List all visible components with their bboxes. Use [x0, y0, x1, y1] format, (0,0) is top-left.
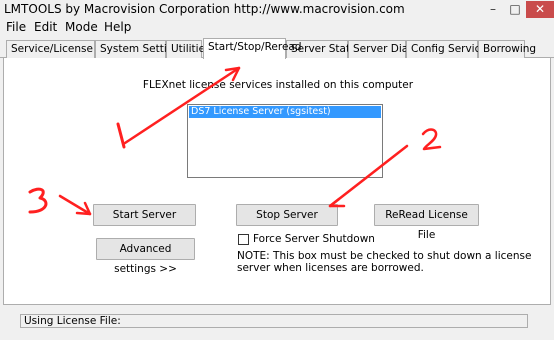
tab-borrowing[interactable]: Borrowing: [478, 40, 536, 58]
services-heading: FLEXnet license services installed on th…: [142, 79, 414, 91]
minimize-icon[interactable]: –: [482, 1, 504, 18]
tab-utilities[interactable]: Utilities: [166, 40, 211, 58]
menu-bar: File Edit Mode Help: [0, 19, 554, 36]
tab-server-diags[interactable]: Server Diags: [348, 40, 420, 58]
menu-edit[interactable]: Edit: [34, 20, 57, 34]
services-listbox[interactable]: DS7 License Server (sgsitest): [187, 104, 383, 178]
tab-config-services[interactable]: Config Services: [406, 40, 492, 58]
close-icon[interactable]: ✕: [526, 1, 554, 18]
tab-system-settings[interactable]: System Settings: [95, 40, 186, 58]
stop-server-button[interactable]: Stop Server: [236, 204, 338, 226]
maximize-icon[interactable]: □: [504, 1, 526, 18]
title-bar: LMTOOLS by Macrovision Corporation http:…: [0, 0, 554, 19]
start-server-button[interactable]: Start Server: [93, 204, 196, 226]
menu-mode[interactable]: Mode: [65, 20, 98, 34]
borrowed-note: NOTE: This box must be checked to shut d…: [237, 250, 532, 274]
status-bar: Using License File:: [20, 314, 528, 328]
menu-file[interactable]: File: [6, 20, 26, 34]
force-shutdown-checkbox[interactable]: [238, 234, 249, 245]
menu-help[interactable]: Help: [104, 20, 131, 34]
tab-service-license-file[interactable]: Service/License File: [6, 40, 114, 58]
list-item[interactable]: DS7 License Server (sgsitest): [189, 106, 381, 118]
advanced-settings-button[interactable]: Advanced settings >>: [96, 238, 195, 275]
window-title: LMTOOLS by Macrovision Corporation http:…: [4, 2, 405, 16]
reread-license-file-button[interactable]: ReRead License File: [374, 204, 479, 241]
license-file-status: Using License File:: [24, 315, 121, 327]
start-stop-panel: FLEXnet license services installed on th…: [3, 58, 551, 305]
force-shutdown-label: Force Server Shutdown: [253, 233, 375, 245]
tab-strip: Service/License File System Settings Uti…: [0, 38, 554, 59]
tab-start-stop-reread[interactable]: Start/Stop/Reread: [203, 38, 302, 59]
